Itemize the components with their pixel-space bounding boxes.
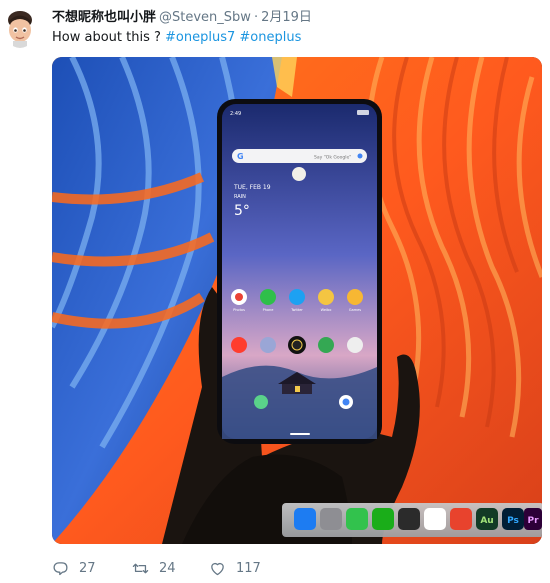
user-handle[interactable]: @Steven_Sbw: [159, 9, 251, 27]
svg-text:Ps: Ps: [507, 516, 519, 526]
avatar[interactable]: [4, 10, 36, 48]
retweet-icon: [132, 563, 149, 573]
phone-search-placeholder: Say "Ok Google": [314, 155, 351, 161]
display-name[interactable]: 不想昵称也叫小胖: [52, 9, 156, 27]
phone-date: TUE, FEB 19: [233, 184, 271, 191]
like-count: 117: [236, 560, 261, 576]
svg-text:G: G: [237, 152, 244, 161]
phone-temperature: 5°: [234, 203, 250, 219]
svg-text:Pr: Pr: [527, 516, 539, 526]
app-label-weibo: Weibo: [321, 308, 332, 312]
like-button[interactable]: 117: [209, 560, 289, 577]
reply-icon: [53, 561, 68, 575]
hashtag-oneplus7[interactable]: #oneplus7: [165, 30, 235, 45]
reply-count: 27: [79, 560, 96, 576]
svg-text:Au: Au: [480, 516, 493, 526]
retweet-button[interactable]: 24: [132, 560, 209, 577]
app-label-photos: Photos: [233, 308, 245, 312]
tweet-actions: 27 24 117: [52, 558, 289, 578]
app-label-phone: Phone: [263, 308, 274, 312]
hashtag-oneplus[interactable]: #oneplus: [239, 30, 301, 45]
separator-dot: ·: [253, 10, 259, 25]
heart-icon: [211, 562, 224, 575]
tweet: 不想昵称也叫小胖 @Steven_Sbw · 2月19日 How about t…: [0, 0, 550, 583]
timestamp[interactable]: 2月19日: [261, 9, 312, 27]
tweet-text: How about this ? #oneplus7 #oneplus: [52, 29, 301, 47]
app-label-twitter: Twitter: [290, 308, 303, 312]
app-label-games: Games: [349, 308, 361, 312]
tweet-photo[interactable]: 2:49 G Say "Ok Google" TUE, FEB 19 RAIN …: [52, 57, 542, 544]
tweet-text-body: How about this ?: [52, 30, 166, 45]
reply-button[interactable]: 27: [52, 560, 132, 577]
phone-weather: RAIN: [234, 194, 246, 200]
phone-status-time: 2:49: [230, 111, 241, 117]
tweet-header: 不想昵称也叫小胖 @Steven_Sbw · 2月19日: [52, 9, 312, 29]
retweet-count: 24: [159, 560, 176, 576]
